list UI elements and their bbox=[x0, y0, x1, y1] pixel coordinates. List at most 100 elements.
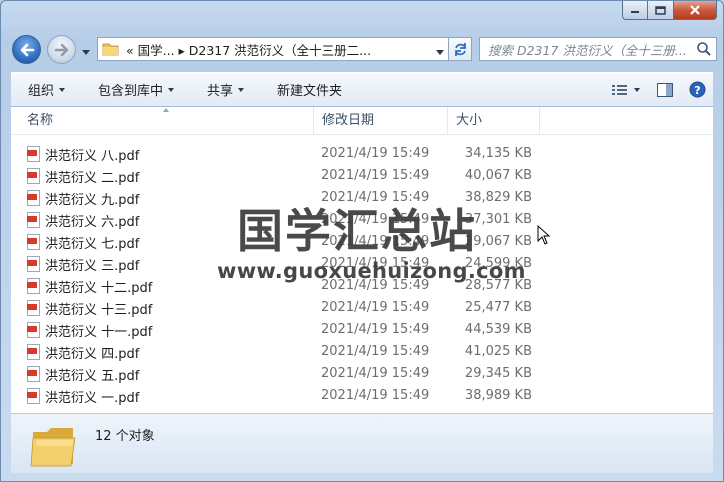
column-header-name-label: 名称 bbox=[27, 113, 54, 128]
file-row[interactable]: 洪范衍义 六.pdf 2021/4/19 15:49 37,301 KB bbox=[11, 209, 713, 231]
file-row[interactable]: 洪范衍义 七.pdf 2021/4/19 15:49 29,067 KB bbox=[11, 231, 713, 253]
new-folder-label: 新建文件夹 bbox=[277, 84, 343, 99]
forward-button[interactable] bbox=[47, 35, 76, 64]
chevron-down-icon bbox=[59, 87, 66, 92]
file-date: 2021/4/19 15:49 bbox=[321, 190, 430, 205]
file-name: 洪范衍义 三.pdf bbox=[45, 258, 140, 274]
maximize-icon bbox=[655, 5, 666, 15]
file-name: 洪范衍义 七.pdf bbox=[45, 236, 140, 252]
file-name-cell[interactable]: 洪范衍义 六.pdf bbox=[27, 209, 139, 231]
file-date: 2021/4/19 15:49 bbox=[321, 388, 430, 403]
file-name: 洪范衍义 八.pdf bbox=[45, 148, 140, 164]
file-name-cell[interactable]: 洪范衍义 七.pdf bbox=[27, 231, 139, 253]
chevron-down-icon bbox=[238, 87, 245, 92]
organize-label: 组织 bbox=[28, 84, 55, 99]
file-size: 34,135 KB bbox=[464, 146, 532, 161]
file-date: 2021/4/19 15:49 bbox=[321, 212, 430, 227]
item-count: 12 个对象 bbox=[95, 429, 155, 444]
file-row[interactable]: 洪范衍义 一.pdf 2021/4/19 15:49 38,989 KB bbox=[11, 385, 713, 407]
file-row[interactable]: 洪范衍义 九.pdf 2021/4/19 15:49 38,829 KB bbox=[11, 187, 713, 209]
column-header-size[interactable]: 大小 bbox=[447, 107, 539, 135]
pdf-file-icon bbox=[27, 322, 41, 338]
pdf-file-icon bbox=[27, 300, 41, 316]
file-date: 2021/4/19 15:49 bbox=[321, 256, 430, 271]
file-name-cell[interactable]: 洪范衍义 九.pdf bbox=[27, 187, 139, 209]
view-controls: ? bbox=[603, 73, 713, 106]
file-rows: 洪范衍义 八.pdf 2021/4/19 15:49 34,135 KB 洪范衍义 二… bbox=[11, 143, 713, 407]
file-row[interactable]: 洪范衍义 十一.pdf 2021/4/19 15:49 44,539 KB bbox=[11, 319, 713, 341]
file-name: 洪范衍义 六.pdf bbox=[45, 214, 140, 230]
file-row[interactable]: 洪范衍义 四.pdf 2021/4/19 15:49 41,025 KB bbox=[11, 341, 713, 363]
file-name: 洪范衍义 十三.pdf bbox=[45, 302, 153, 318]
share-menu[interactable]: 共享 bbox=[190, 73, 260, 106]
file-date: 2021/4/19 15:49 bbox=[321, 300, 430, 315]
file-name-cell[interactable]: 洪范衍义 八.pdf bbox=[27, 143, 139, 165]
file-size: 38,989 KB bbox=[464, 388, 532, 403]
file-date: 2021/4/19 15:49 bbox=[321, 366, 430, 381]
recent-pages-dropdown[interactable] bbox=[82, 45, 90, 60]
preview-pane-button[interactable] bbox=[649, 73, 681, 106]
file-name: 洪范衍义 十一.pdf bbox=[45, 324, 153, 340]
search-input[interactable]: 搜索 D2317 洪范衍义（全十三册... bbox=[479, 37, 717, 61]
address-bar[interactable]: « 国学... ▸ D2317 洪范衍义（全十三册二... bbox=[97, 37, 449, 61]
file-name-cell[interactable]: 洪范衍义 十一.pdf bbox=[27, 319, 152, 341]
file-name-cell[interactable]: 洪范衍义 十三.pdf bbox=[27, 297, 152, 319]
caption-buttons bbox=[622, 1, 717, 20]
minimize-button[interactable] bbox=[622, 1, 648, 20]
pdf-file-icon bbox=[27, 278, 41, 294]
organize-menu[interactable]: 组织 bbox=[11, 73, 81, 106]
close-icon bbox=[690, 5, 700, 15]
column-header-date[interactable]: 修改日期 bbox=[313, 107, 447, 135]
column-header-name[interactable]: 名称 bbox=[11, 107, 313, 135]
address-path[interactable]: « 国学... ▸ D2317 洪范衍义（全十三册二... bbox=[126, 40, 371, 59]
file-date: 2021/4/19 15:49 bbox=[321, 278, 430, 293]
arrow-left-icon bbox=[20, 43, 34, 56]
address-history-dropdown[interactable] bbox=[436, 45, 444, 60]
file-list: 名称 修改日期 大小 洪范衍义 八.pdf 2021/4/19 15:49 34,1… bbox=[11, 107, 713, 413]
file-row[interactable]: 洪范衍义 五.pdf 2021/4/19 15:49 29,345 KB bbox=[11, 363, 713, 385]
pdf-file-icon bbox=[27, 388, 41, 404]
file-row[interactable]: 洪范衍义 三.pdf 2021/4/19 15:49 24,599 KB bbox=[11, 253, 713, 275]
file-name-cell[interactable]: 洪范衍义 十二.pdf bbox=[27, 275, 152, 297]
file-row[interactable]: 洪范衍义 八.pdf 2021/4/19 15:49 34,135 KB bbox=[11, 143, 713, 165]
include-in-library-menu[interactable]: 包含到库中 bbox=[81, 73, 190, 106]
file-name-cell[interactable]: 洪范衍义 四.pdf bbox=[27, 341, 139, 363]
file-name: 洪范衍义 一.pdf bbox=[45, 390, 140, 406]
column-header-size-label: 大小 bbox=[456, 113, 483, 128]
file-name-cell[interactable]: 洪范衍义 二.pdf bbox=[27, 165, 139, 187]
file-name: 洪范衍义 十二.pdf bbox=[45, 280, 153, 296]
file-row[interactable]: 洪范衍义 二.pdf 2021/4/19 15:49 40,067 KB bbox=[11, 165, 713, 187]
file-name-cell[interactable]: 洪范衍义 一.pdf bbox=[27, 385, 139, 407]
file-size: 44,539 KB bbox=[464, 322, 532, 337]
file-name-cell[interactable]: 洪范衍义 五.pdf bbox=[27, 363, 139, 385]
refresh-button[interactable] bbox=[449, 37, 472, 61]
file-row[interactable]: 洪范衍义 十二.pdf 2021/4/19 15:49 28,577 KB bbox=[11, 275, 713, 297]
search-icon[interactable] bbox=[696, 41, 712, 61]
file-size: 25,477 KB bbox=[464, 300, 532, 315]
chevron-down-icon bbox=[634, 87, 640, 92]
help-icon: ? bbox=[689, 81, 705, 98]
close-button[interactable] bbox=[674, 1, 717, 20]
minimize-icon bbox=[631, 11, 639, 13]
pdf-file-icon bbox=[27, 366, 41, 382]
pdf-file-icon bbox=[27, 344, 41, 360]
file-date: 2021/4/19 15:49 bbox=[321, 234, 430, 249]
help-button[interactable]: ? bbox=[681, 73, 713, 106]
search-placeholder: 搜索 D2317 洪范衍义（全十三册... bbox=[488, 42, 687, 58]
navigation-bar: « 国学... ▸ D2317 洪范衍义（全十三册二... 搜索 D2317 洪… bbox=[9, 34, 717, 66]
column-divider bbox=[539, 107, 540, 135]
explorer-window: « 国学... ▸ D2317 洪范衍义（全十三册二... 搜索 D2317 洪… bbox=[0, 0, 724, 482]
pdf-file-icon bbox=[27, 256, 41, 272]
back-button[interactable] bbox=[12, 35, 41, 64]
view-options-button[interactable] bbox=[603, 73, 649, 106]
command-bar: 组织 包含到库中 共享 新建文件夹 ? bbox=[11, 72, 713, 107]
details-view-icon bbox=[612, 84, 627, 95]
file-size: 37,301 KB bbox=[464, 212, 532, 227]
file-date: 2021/4/19 15:49 bbox=[321, 322, 430, 337]
chevron-down-icon bbox=[82, 50, 90, 55]
column-header-date-label: 修改日期 bbox=[322, 113, 375, 128]
file-row[interactable]: 洪范衍义 十三.pdf 2021/4/19 15:49 25,477 KB bbox=[11, 297, 713, 319]
file-name-cell[interactable]: 洪范衍义 三.pdf bbox=[27, 253, 139, 275]
new-folder-button[interactable]: 新建文件夹 bbox=[260, 73, 358, 106]
maximize-button[interactable] bbox=[648, 1, 674, 20]
